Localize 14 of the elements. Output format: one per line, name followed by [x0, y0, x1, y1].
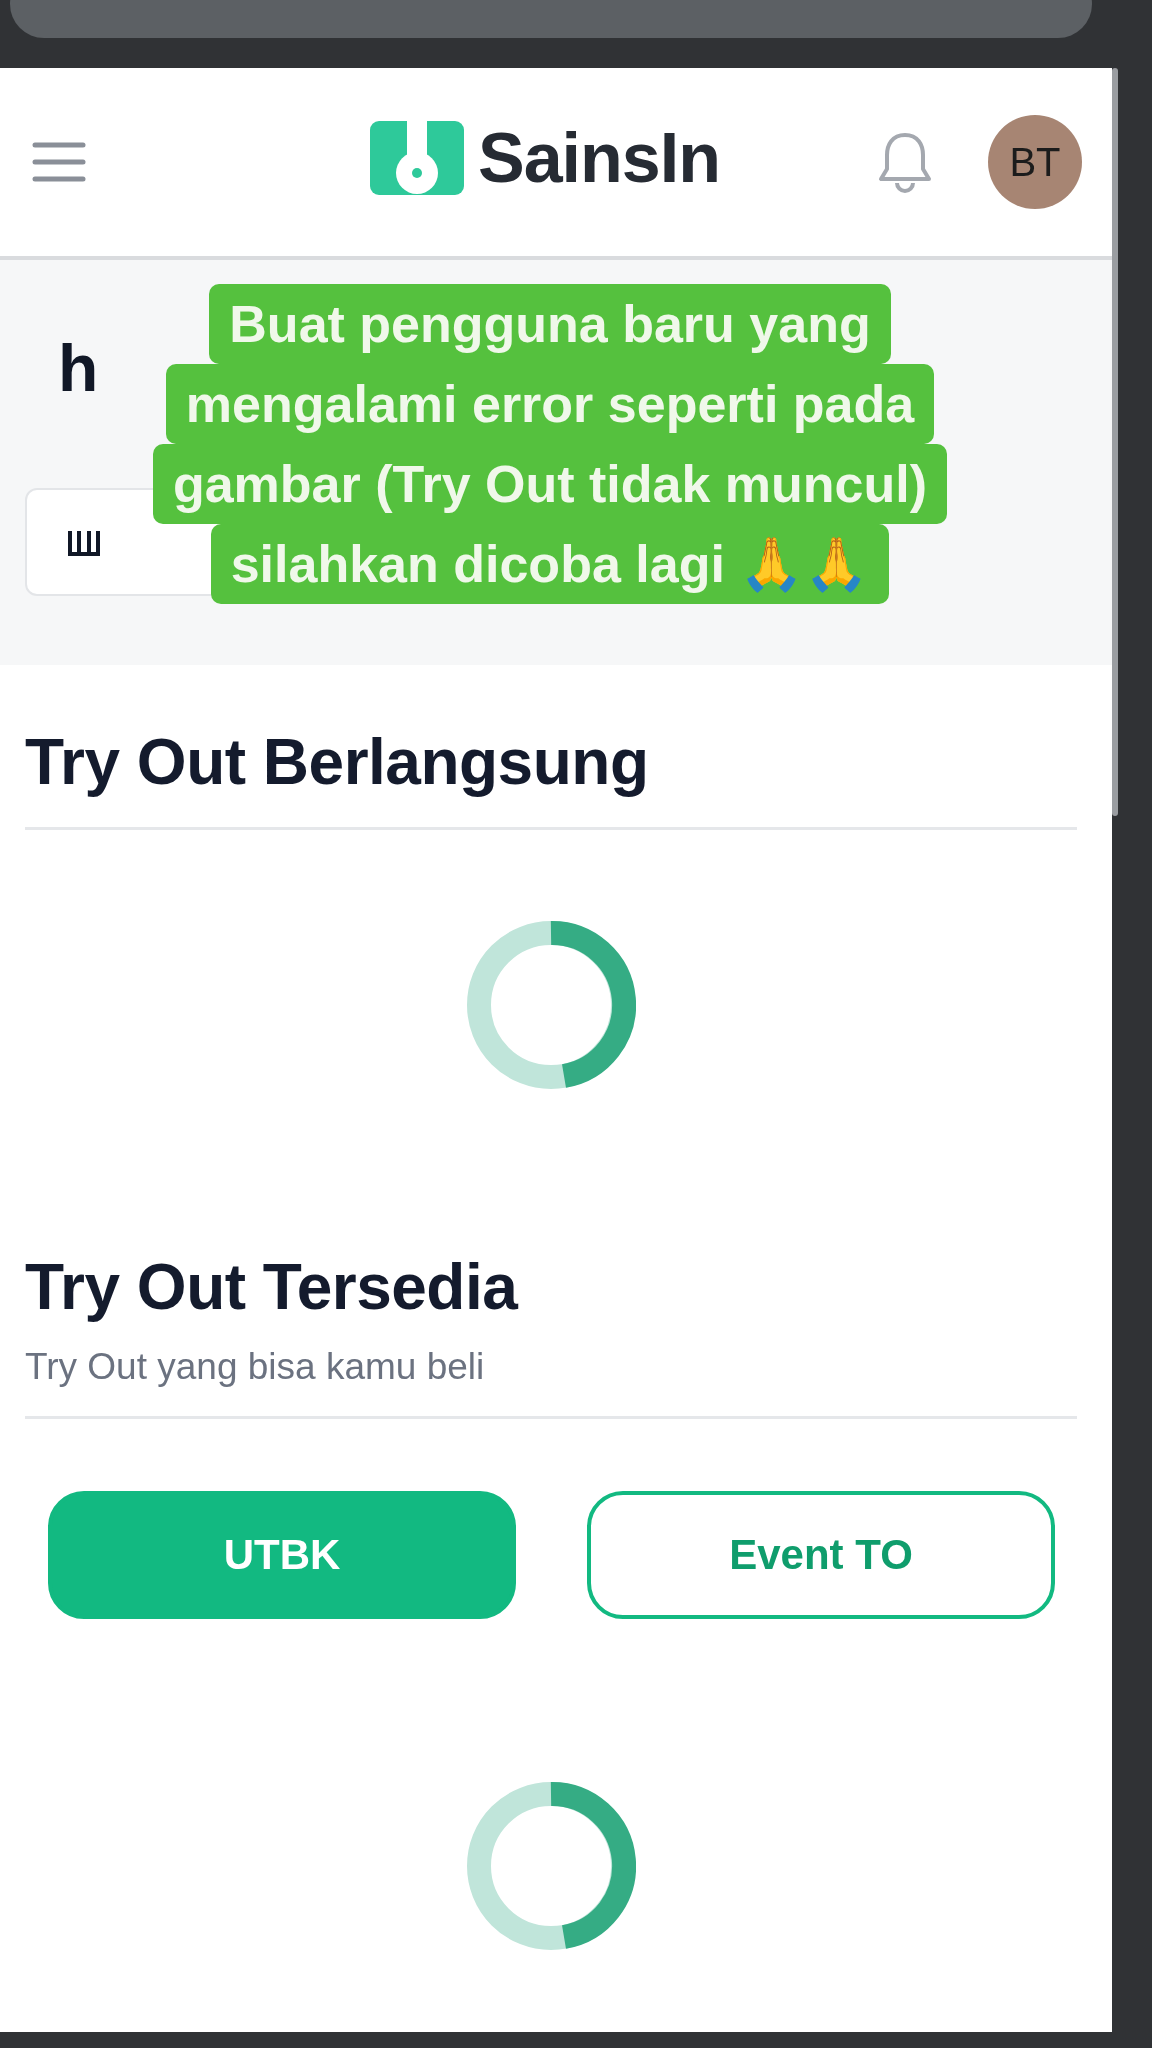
category-tab[interactable]: UTBK [48, 1491, 516, 1619]
section-title: Try Out Berlangsung [25, 725, 650, 799]
logo-icon [370, 121, 464, 195]
loading-spinner-icon [466, 920, 636, 1090]
greeting-text: h [58, 330, 99, 406]
menu-icon[interactable] [32, 141, 86, 183]
category-tab[interactable]: Event TO [587, 1491, 1055, 1619]
section-title: Try Out Tersedia [25, 1250, 520, 1324]
bell-icon[interactable] [878, 131, 932, 193]
scrollbar[interactable] [1112, 68, 1118, 816]
section-subtitle: Try Out yang bisa kamu beli [25, 1346, 486, 1388]
loading-spinner-icon [466, 1781, 636, 1951]
logo-text: SainsIn [478, 118, 720, 198]
user-avatar[interactable]: BT [988, 115, 1082, 209]
